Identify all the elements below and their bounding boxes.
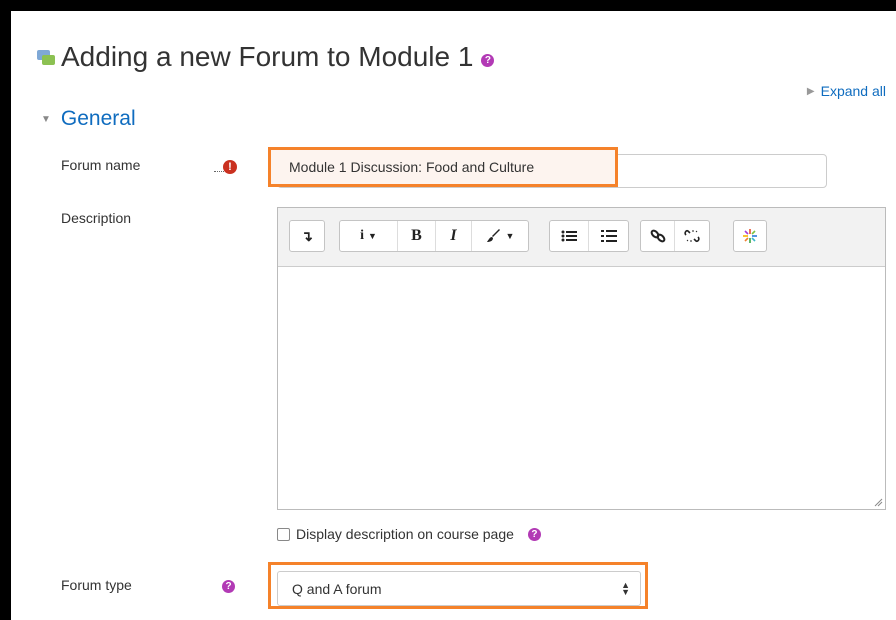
toolbar-group-lists — [549, 220, 629, 252]
italic-icon[interactable]: I — [436, 221, 472, 251]
forum-name-input[interactable]: Module 1 Discussion: Food and Culture — [268, 147, 618, 187]
help-icon[interactable]: ? — [481, 53, 495, 67]
link-icon[interactable] — [641, 221, 675, 251]
expand-all-label: Expand all — [820, 83, 886, 99]
screen-frame-top — [0, 0, 896, 11]
collapse-toolbar-icon[interactable]: ↴ — [290, 221, 324, 251]
bold-icon[interactable]: B — [398, 221, 436, 251]
help-icon[interactable]: ? — [527, 527, 541, 541]
media-icon[interactable] — [734, 221, 766, 251]
unordered-list-icon[interactable] — [550, 221, 589, 251]
screen-frame-left — [0, 0, 11, 620]
select-arrows-icon: ▲ ▼ — [621, 580, 630, 597]
forum-type-value: Q and A forum — [292, 580, 382, 597]
description-textarea[interactable] — [278, 267, 885, 509]
ordered-list-icon[interactable] — [589, 221, 628, 251]
toolbar-group-style: i ▼ B I ▼ — [339, 220, 529, 252]
caret-right-icon: ▶ — [806, 85, 815, 97]
forum-icon — [37, 48, 55, 66]
resize-handle-icon[interactable] — [873, 497, 883, 507]
page-header: Adding a new Forum to Module 1 ? — [37, 41, 495, 73]
expand-all-link[interactable]: ▶ Expand all — [807, 83, 886, 99]
page: Adding a new Forum to Module 1 ? ▶ Expan… — [11, 11, 896, 620]
description-label: Description — [61, 210, 132, 226]
exclamation-icon: ! — [223, 160, 237, 174]
info-icon[interactable]: i ▼ — [340, 221, 398, 251]
toolbar-group-toggle: ↴ — [289, 220, 325, 252]
brush-icon[interactable]: ▼ — [472, 221, 528, 251]
forum-name-value: Module 1 Discussion: Food and Culture — [289, 159, 535, 175]
forum-type-select[interactable]: Q and A forum ▲ ▼ — [277, 571, 641, 606]
description-editor: ↴ i ▼ B I ▼ — [277, 207, 886, 510]
display-description-row: Display description on course page ? — [277, 526, 541, 542]
toolbar-group-links — [640, 220, 710, 252]
section-title: General — [60, 107, 136, 130]
display-description-label[interactable]: Display description on course page — [296, 526, 514, 542]
caret-down-icon: ▼ — [41, 113, 51, 125]
forum-name-label: Forum name — [61, 157, 141, 173]
required-dots — [214, 171, 224, 173]
display-description-checkbox[interactable] — [277, 527, 290, 541]
unlink-icon[interactable] — [675, 221, 709, 251]
help-icon[interactable]: ? — [222, 580, 235, 593]
section-general-toggle[interactable]: ▼ General — [41, 107, 136, 131]
editor-toolbar: ↴ i ▼ B I ▼ — [278, 208, 885, 267]
toolbar-group-media — [733, 220, 767, 252]
page-title: Adding a new Forum to Module 1 — [61, 41, 474, 72]
forum-type-label: Forum type — [61, 577, 132, 593]
